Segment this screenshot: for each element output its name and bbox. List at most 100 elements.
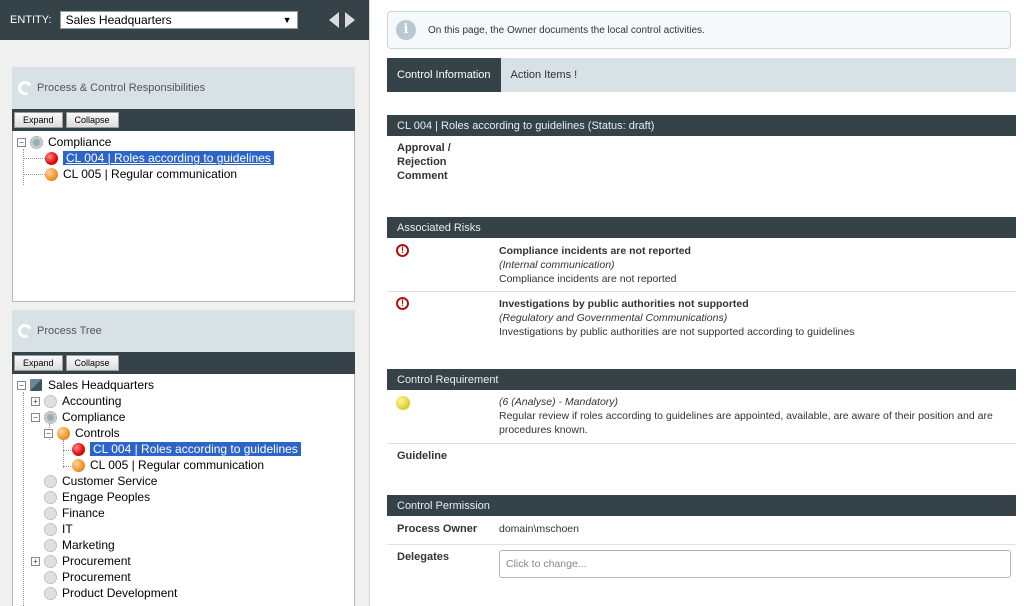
status-orange-icon: [45, 167, 58, 181]
permission-header: Control Permission: [387, 495, 1016, 516]
refresh-icon[interactable]: [16, 79, 34, 97]
risk-title: Compliance incidents are not reported: [499, 245, 691, 257]
risk-item: Investigations by public authorities not…: [499, 297, 854, 339]
warning-icon: !: [396, 297, 409, 310]
info-text: On this page, the Owner documents the lo…: [428, 24, 705, 36]
tree-row[interactable]: Customer Service: [31, 473, 157, 489]
tree-node-label: Controls: [75, 426, 120, 440]
risk-item: Compliance incidents are not reported (I…: [499, 244, 691, 286]
tree-node-label: Finance: [62, 506, 105, 520]
tree-row[interactable]: − Controls: [44, 425, 120, 441]
tree-row[interactable]: Product Development: [31, 585, 177, 601]
nav-arrows: [329, 12, 355, 28]
process-owner-label: Process Owner: [397, 523, 478, 535]
risk-category: (Regulatory and Governmental Communicati…: [499, 312, 728, 324]
tab-action-items[interactable]: Action Items !: [501, 58, 588, 92]
process-tree-header: Process Tree: [12, 310, 355, 352]
divider: [387, 443, 1016, 444]
approval-label: Approval / Rejection Comment: [397, 142, 451, 182]
process-tree: − Sales Headquarters + Accounting − Comp…: [12, 374, 355, 606]
info-box: i On this page, the Owner documents the …: [387, 11, 1011, 49]
collapse-button[interactable]: Collapse: [65, 112, 119, 128]
process-icon: [44, 490, 57, 504]
tree-row[interactable]: − Compliance: [17, 134, 111, 150]
expand-button[interactable]: Expand: [14, 355, 63, 371]
risk-description: Compliance incidents are not reported: [499, 273, 677, 285]
status-yellow-icon: [396, 396, 410, 410]
expand-node-icon[interactable]: +: [31, 396, 40, 406]
tree-row[interactable]: CL 005 | Regular communication: [72, 457, 264, 473]
process-icon: [44, 554, 57, 568]
tree-row[interactable]: + Procurement: [31, 553, 131, 569]
tree-node-label: Customer Service: [62, 474, 158, 488]
responsibilities-header: Process & Control Responsibilities: [12, 67, 355, 109]
process-owner-value: domain\mschoen: [499, 523, 579, 535]
collapse-node-icon[interactable]: −: [17, 137, 26, 147]
collapse-node-icon[interactable]: −: [44, 428, 53, 438]
status-orange-icon: [57, 426, 70, 440]
collapse-button[interactable]: Collapse: [65, 355, 119, 371]
process-icon: [44, 570, 57, 584]
tree-node-label: Procurement: [62, 554, 131, 568]
entity-select[interactable]: Sales Headquarters ▼: [59, 11, 298, 29]
tree-row[interactable]: + Accounting: [31, 393, 121, 409]
tree-row[interactable]: CL 004 | Roles according to guidelines: [45, 150, 274, 166]
tree-node-label: Engage Peoples: [62, 490, 151, 504]
risk-description: Investigations by public authorities are…: [499, 326, 855, 338]
delegates-input[interactable]: Click to change...: [499, 550, 1011, 578]
entity-bar: ENTITY: Sales Headquarters ▼: [0, 0, 369, 40]
tree-row[interactable]: CL 005 | Regular communication: [45, 166, 237, 182]
requirement-level: (6 (Analyse) - Mandatory): [499, 396, 619, 408]
refresh-icon[interactable]: [16, 322, 34, 340]
divider: [387, 544, 1016, 545]
process-tree-title: Process Tree: [37, 325, 102, 337]
tree-node-label[interactable]: CL 004 | Roles according to guidelines: [90, 442, 301, 456]
risk-title: Investigations by public authorities not…: [499, 298, 749, 310]
expand-node-icon[interactable]: +: [31, 556, 40, 566]
tree-row[interactable]: CL 004 | Roles according to guidelines: [72, 441, 301, 457]
collapse-node-icon[interactable]: −: [17, 380, 26, 390]
requirement-header: Control Requirement: [387, 369, 1016, 390]
tree-node-label: CL 005 | Regular communication: [63, 167, 238, 181]
delegates-label: Delegates: [397, 551, 449, 563]
process-icon: [44, 522, 57, 536]
responsibilities-title: Process & Control Responsibilities: [37, 82, 206, 94]
process-tree-toolbar: Expand Collapse: [12, 352, 355, 374]
tree-row[interactable]: Marketing: [31, 537, 115, 553]
risk-category: (Internal communication): [499, 259, 615, 271]
requirement-text: (6 (Analyse) - Mandatory) Regular review…: [499, 395, 993, 437]
risks-header: Associated Risks: [387, 217, 1016, 238]
process-icon: [44, 586, 57, 600]
process-icon: [44, 538, 57, 552]
status-red-icon: [45, 151, 58, 165]
warning-icon: !: [396, 244, 409, 257]
tree-row[interactable]: − Sales Headquarters: [17, 377, 154, 393]
process-icon: [44, 506, 57, 520]
tree-row[interactable]: IT: [31, 521, 73, 537]
entity-select-value: Sales Headquarters: [65, 13, 172, 27]
divider: [387, 291, 1016, 292]
arrow-left-icon[interactable]: [329, 12, 339, 28]
right-panel: i On this page, the Owner documents the …: [371, 0, 1024, 606]
info-icon: i: [396, 20, 416, 40]
left-panel: ENTITY: Sales Headquarters ▼ Process & C…: [0, 0, 370, 606]
tree-row[interactable]: Procurement: [31, 569, 131, 585]
tree-row[interactable]: Engage Peoples: [31, 489, 150, 505]
responsibilities-toolbar: Expand Collapse: [12, 109, 355, 131]
tree-node-label: CL 005 | Regular communication: [90, 458, 265, 472]
expand-button[interactable]: Expand: [14, 112, 63, 128]
tree-node-label[interactable]: CL 004 | Roles according to guidelines: [63, 151, 274, 165]
entity-label: ENTITY:: [10, 14, 52, 26]
requirement-description: Regular review if roles according to gui…: [499, 410, 993, 422]
tab-control-information[interactable]: Control Information: [387, 58, 501, 92]
tree-row[interactable]: − Compliance: [31, 409, 125, 425]
tree-node-label: Procurement: [62, 570, 131, 584]
requirement-description-2: procedures known.: [499, 424, 588, 436]
tree-node-label: Sales Headquarters: [48, 378, 155, 392]
arrow-right-icon[interactable]: [345, 12, 355, 28]
gear-icon: [30, 135, 43, 149]
tree-node-label: Accounting: [62, 394, 122, 408]
tree-row[interactable]: Finance: [31, 505, 105, 521]
collapse-node-icon[interactable]: −: [31, 412, 40, 422]
process-icon: [44, 474, 57, 488]
